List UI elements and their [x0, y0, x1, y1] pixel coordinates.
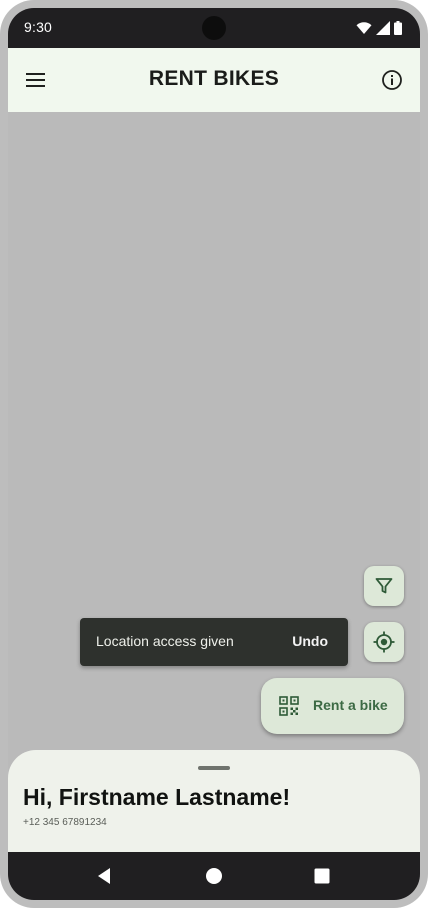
rent-a-bike-button[interactable]: Rent a bike	[261, 678, 404, 734]
navigation-bar	[8, 852, 420, 900]
recents-square-icon	[314, 868, 330, 884]
status-time: 9:30	[24, 19, 53, 35]
battery-icon	[394, 21, 402, 35]
rent-a-bike-label: Rent a bike	[313, 697, 388, 713]
home-circle-icon	[206, 868, 222, 884]
filter-icon	[375, 578, 393, 594]
undo-button[interactable]: Undo	[284, 629, 336, 653]
filter-button[interactable]	[364, 566, 404, 606]
camera-cutout	[202, 16, 226, 40]
my-location-icon	[373, 631, 395, 653]
screen: 9:30 RENT BIKES Location access given Un…	[8, 8, 420, 900]
bottom-sheet[interactable]: Hi, Firstname Lastname! +12 345 67891234	[8, 750, 420, 860]
home-button[interactable]	[202, 864, 226, 888]
device-frame: 9:30 RENT BIKES Location access given Un…	[0, 0, 428, 908]
user-phone: +12 345 67891234	[23, 817, 107, 828]
page-title: RENT BIKES	[148, 67, 280, 90]
snackbar-message: Location access given	[96, 633, 234, 649]
wifi-icon	[356, 22, 372, 34]
snackbar: Location access given Undo	[80, 618, 348, 666]
back-triangle-icon	[98, 868, 110, 884]
info-button[interactable]	[380, 68, 404, 92]
qr-code-icon	[279, 696, 299, 716]
my-location-button[interactable]	[364, 622, 404, 662]
drag-handle[interactable]	[198, 766, 230, 770]
info-icon	[382, 70, 402, 90]
status-bar: 9:30	[8, 8, 420, 48]
status-icons	[356, 20, 402, 36]
back-button[interactable]	[92, 864, 116, 888]
recents-button[interactable]	[310, 864, 334, 888]
top-app-bar: RENT BIKES	[8, 48, 420, 112]
user-greeting: Hi, Firstname Lastname!	[23, 784, 291, 810]
signal-icon	[376, 21, 390, 35]
